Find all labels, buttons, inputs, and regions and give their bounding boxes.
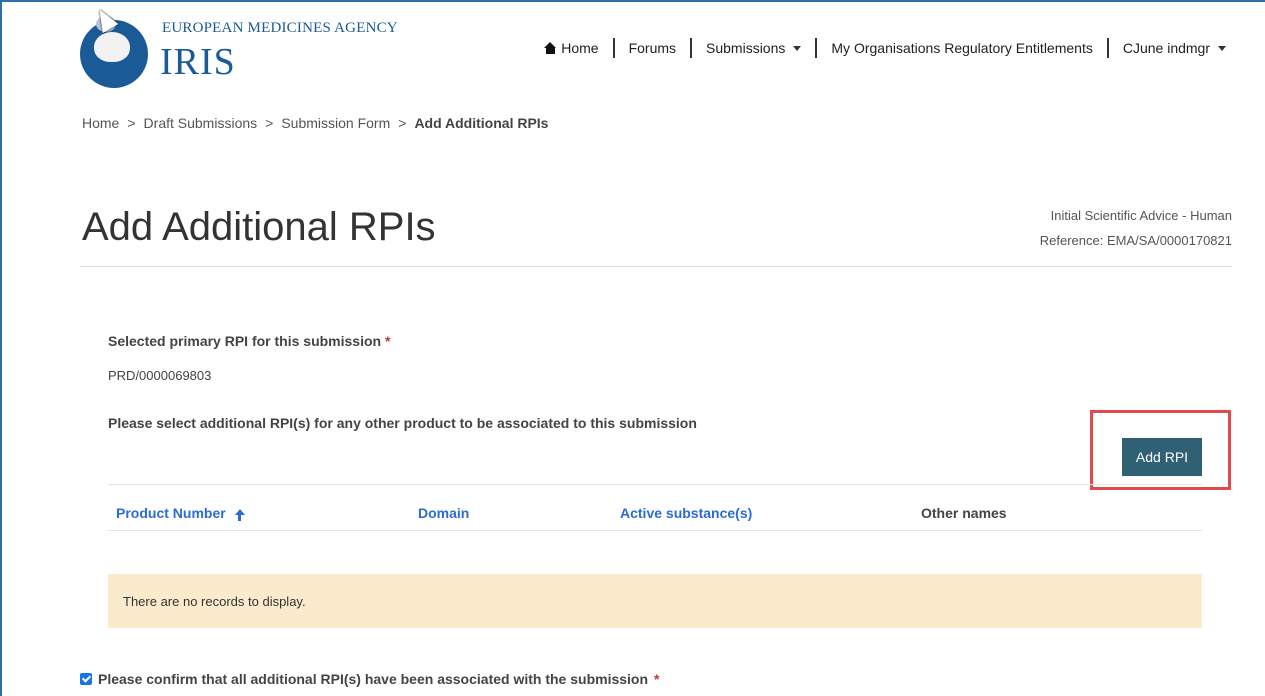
nav-entitlements-label: My Organisations Regulatory Entitlements — [831, 40, 1093, 56]
ema-logo[interactable]: EUROPEAN MEDICINES AGENCY IRIS — [80, 8, 410, 88]
table-header-border — [108, 530, 1202, 531]
breadcrumb-separator: > — [127, 115, 136, 131]
breadcrumb: Home > Draft Submissions > Submission Fo… — [82, 115, 548, 131]
submission-reference: Reference: EMA/SA/0000170821 — [1039, 233, 1232, 248]
column-header-other-names: Other names — [921, 505, 1007, 521]
agency-name: EUROPEAN MEDICINES AGENCY — [162, 20, 398, 36]
page-title: Add Additional RPIs — [82, 205, 436, 249]
breadcrumb-current: Add Additional RPIs — [414, 115, 549, 131]
additional-rpi-label: Please select additional RPI(s) for any … — [108, 415, 697, 431]
breadcrumb-separator: > — [265, 115, 274, 131]
breadcrumb-draft-submissions[interactable]: Draft Submissions — [144, 115, 258, 131]
table-top-border — [108, 484, 1202, 485]
nav-submissions-label: Submissions — [706, 40, 786, 56]
nav-entitlements[interactable]: My Organisations Regulatory Entitlements — [817, 40, 1106, 56]
add-rpi-button[interactable]: Add RPI — [1122, 438, 1202, 476]
empty-message-text: There are no records to display. — [123, 593, 306, 609]
submission-meta: Initial Scientific Advice - Human Refere… — [1040, 203, 1232, 253]
home-icon — [544, 42, 557, 54]
breadcrumb-submission-form[interactable]: Submission Form — [281, 115, 390, 131]
top-nav: Home Forums Submissions My Organisations… — [530, 38, 1240, 58]
primary-rpi-label-text: Selected primary RPI for this submission — [108, 333, 382, 349]
column-header-active-substances[interactable]: Active substance(s) — [620, 505, 752, 521]
confirm-checkbox[interactable] — [80, 673, 92, 685]
column-header-label: Product Number — [116, 505, 226, 521]
breadcrumb-home[interactable]: Home — [82, 115, 119, 131]
required-mark: * — [384, 333, 391, 349]
column-header-domain[interactable]: Domain — [418, 505, 469, 521]
empty-table-message: There are no records to display. — [108, 574, 1202, 628]
required-mark: * — [654, 671, 660, 687]
caret-down-icon — [1218, 45, 1226, 51]
sort-ascending-icon — [234, 509, 245, 521]
title-divider — [80, 266, 1232, 267]
procedure-type: Initial Scientific Advice - Human — [1050, 208, 1232, 223]
confirm-label: Please confirm that all additional RPI(s… — [98, 671, 649, 687]
primary-rpi-value: PRD/0000069803 — [108, 368, 212, 383]
primary-rpi-label: Selected primary RPI for this submission… — [108, 333, 390, 349]
nav-submissions-dropdown[interactable]: Submissions — [692, 40, 815, 56]
product-name: IRIS — [160, 41, 236, 83]
nav-user-menu[interactable]: CJune indmgr — [1109, 40, 1240, 56]
nav-forums[interactable]: Forums — [615, 40, 690, 56]
caret-down-icon — [793, 45, 802, 51]
nav-home[interactable]: Home — [530, 40, 612, 56]
nav-forums-label: Forums — [628, 40, 677, 56]
nav-user-label: CJune indmgr — [1122, 40, 1210, 56]
rpi-table-header: Product Number Domain Active substance(s… — [108, 500, 1202, 530]
column-header-product-number[interactable]: Product Number — [116, 505, 245, 521]
breadcrumb-separator: > — [398, 115, 407, 131]
logo-emblem-inner — [94, 32, 130, 62]
nav-home-label: Home — [561, 40, 599, 56]
confirm-checkbox-row[interactable]: Please confirm that all additional RPI(s… — [80, 671, 659, 687]
